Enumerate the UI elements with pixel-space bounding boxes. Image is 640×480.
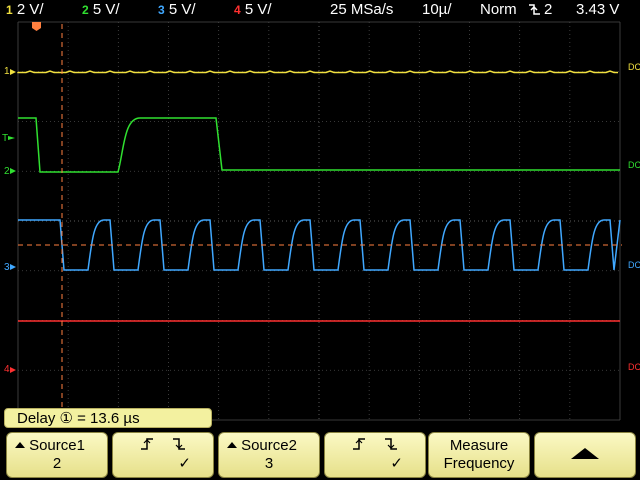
source1-label: Source1 <box>29 437 85 454</box>
source2-edge-check: ✓ <box>390 455 403 472</box>
ch2-scale-readout[interactable]: 2 5 V/ <box>82 1 120 19</box>
ch1-ground-marker: 1 <box>4 66 10 77</box>
trigger-level-marker: T <box>2 133 8 144</box>
graticule <box>17 21 621 421</box>
trigger-position-icon[interactable] <box>32 22 41 31</box>
source1-edge-check: ✓ <box>178 455 191 472</box>
trigger-level[interactable]: 3.43 V <box>576 1 619 19</box>
source2-value: 3 <box>264 455 274 472</box>
ch2-scale: 5 V/ <box>92 1 120 18</box>
delay-readout: Delay ① = 13.6 µs <box>4 408 212 428</box>
frequency-label: Frequency <box>443 455 515 472</box>
ch2-coupling-label: DC <box>628 160 640 170</box>
ch4-scale-readout[interactable]: 4 5 V/ <box>234 1 272 19</box>
source2-softkey[interactable]: Source2 3 <box>218 432 320 478</box>
trigger-source: 2 <box>544 1 553 18</box>
ch3-number: 3 <box>158 3 165 17</box>
softkey-bar: Source1 2 ✓ Source2 3 ✓ Measure Frequenc… <box>0 430 640 480</box>
ch3-coupling-label: DC <box>628 260 640 270</box>
source1-edge-softkey[interactable]: ✓ <box>112 432 214 478</box>
ch1-coupling-label: DC <box>628 62 640 72</box>
ch2-ground-marker: 2 <box>4 166 10 177</box>
coupling-labels: DC DC DC DC <box>628 62 640 372</box>
ch1-scale-readout[interactable]: 1 2 V/ <box>6 1 44 19</box>
rising-falling-edge-icon <box>113 437 213 456</box>
ch4-coupling-label: DC <box>628 362 640 372</box>
ch3-scale: 5 V/ <box>168 1 196 18</box>
up-arrow-icon <box>535 447 635 465</box>
sample-rate: 25 MSa/s <box>330 1 394 18</box>
measure-label: Measure <box>449 437 509 454</box>
source1-softkey[interactable]: Source1 2 <box>6 432 108 478</box>
source2-label: Source2 <box>241 437 297 454</box>
ch3-scale-readout[interactable]: 3 5 V/ <box>158 1 196 19</box>
trigger-mode[interactable]: Norm <box>480 1 517 19</box>
rising-falling-edge-icon <box>325 437 425 456</box>
delay-text: Delay ① = 13.6 µs <box>17 410 140 427</box>
timebase-scale[interactable]: 10µ/ <box>422 1 452 19</box>
ch1-trace <box>17 70 618 74</box>
ch1-scale: 2 V/ <box>16 1 44 18</box>
back-softkey[interactable] <box>534 432 636 478</box>
ch2-number: 2 <box>82 3 89 17</box>
ch4-number: 4 <box>234 3 241 17</box>
status-header: 1 2 V/ 2 5 V/ 3 5 V/ 4 5 V/ 25 MSa/s 10µ… <box>0 0 640 20</box>
trigger-edge-icon <box>528 1 542 22</box>
ch4-scale: 5 V/ <box>244 1 272 18</box>
ch1-number: 1 <box>6 3 13 17</box>
channel-markers: 1 T 2 3 4 <box>2 66 16 375</box>
waveform-display[interactable]: 1 T 2 3 4 DC DC DC DC <box>0 20 640 425</box>
source1-value: 2 <box>52 455 62 472</box>
ch4-ground-marker: 4 <box>4 364 10 375</box>
measure-frequency-softkey[interactable]: Measure Frequency <box>428 432 530 478</box>
ch3-ground-marker: 3 <box>4 262 10 273</box>
source2-edge-softkey[interactable]: ✓ <box>324 432 426 478</box>
